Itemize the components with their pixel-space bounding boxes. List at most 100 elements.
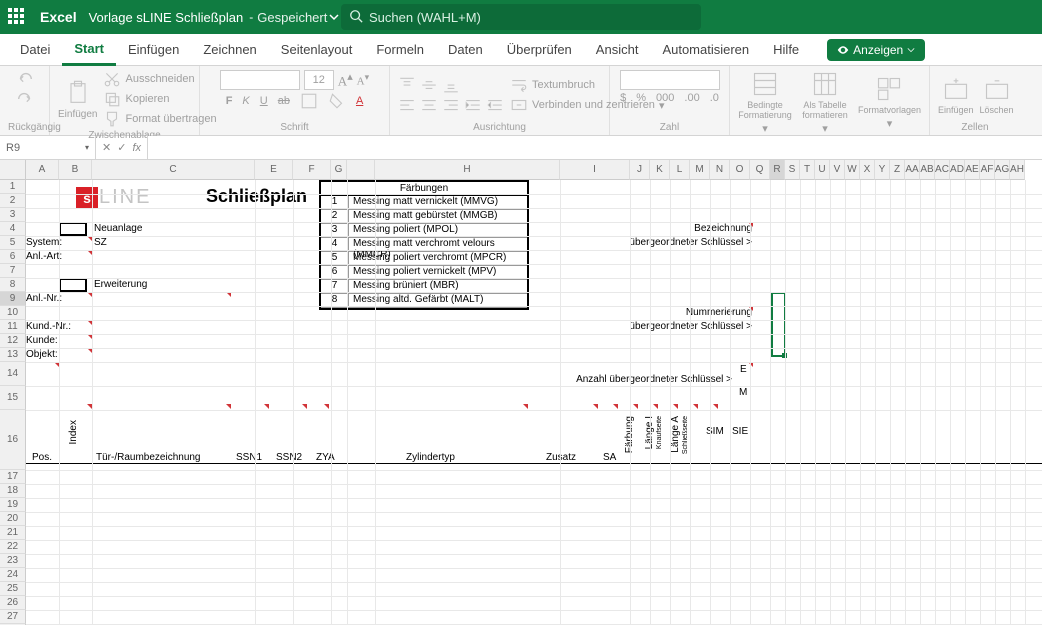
- column-header-AE[interactable]: AE: [965, 160, 980, 180]
- align-right-icon[interactable]: [442, 96, 460, 114]
- column-header-C[interactable]: C: [92, 160, 255, 180]
- percent-button[interactable]: %: [636, 92, 646, 104]
- tab-ansicht[interactable]: Ansicht: [584, 34, 651, 66]
- fill-color-icon[interactable]: [328, 92, 346, 110]
- row-header-17[interactable]: 17: [0, 470, 26, 484]
- column-header-E[interactable]: E: [255, 160, 293, 180]
- tab-datei[interactable]: Datei: [8, 34, 62, 66]
- column-header-I[interactable]: I: [560, 160, 630, 180]
- column-header-V[interactable]: V: [830, 160, 845, 180]
- tab-seitenlayout[interactable]: Seitenlayout: [269, 34, 365, 66]
- column-header-AA[interactable]: AA: [905, 160, 920, 180]
- save-state[interactable]: Gespeichert: [257, 10, 327, 25]
- column-header-AB[interactable]: AB: [920, 160, 935, 180]
- font-size-select[interactable]: 12: [304, 70, 334, 90]
- row-header-1[interactable]: 1: [0, 180, 26, 194]
- row-header-18[interactable]: 18: [0, 484, 26, 498]
- row-header-13[interactable]: 13: [0, 348, 26, 362]
- grow-font-icon[interactable]: A▴: [338, 70, 353, 89]
- column-header-L[interactable]: L: [670, 160, 690, 180]
- column-header-N[interactable]: N: [710, 160, 730, 180]
- row-header-7[interactable]: 7: [0, 264, 26, 278]
- tab-hilfe[interactable]: Hilfe: [761, 34, 811, 66]
- shrink-font-icon[interactable]: A▾: [357, 72, 370, 88]
- row-header-12[interactable]: 12: [0, 334, 26, 348]
- align-middle-icon[interactable]: [420, 76, 438, 94]
- bold-button[interactable]: F: [226, 95, 233, 107]
- tab-zeichnen[interactable]: Zeichnen: [191, 34, 268, 66]
- row-header-16[interactable]: 16: [0, 410, 26, 470]
- column-header-O[interactable]: O: [730, 160, 750, 180]
- row-header-14[interactable]: 14: [0, 362, 26, 386]
- column-header-[interactable]: [347, 160, 375, 180]
- cell-styles-button[interactable]: Formatvorlagen ▾: [858, 75, 921, 130]
- row-header-2[interactable]: 2: [0, 194, 26, 208]
- row-header-24[interactable]: 24: [0, 568, 26, 582]
- increase-decimal-button[interactable]: .00: [684, 92, 699, 104]
- column-header-U[interactable]: U: [815, 160, 830, 180]
- strike-button[interactable]: ab: [278, 95, 290, 107]
- search-input[interactable]: [341, 4, 701, 30]
- row-header-23[interactable]: 23: [0, 554, 26, 568]
- row-header-8[interactable]: 8: [0, 278, 26, 292]
- format-as-table-button[interactable]: Als Tabelle formatieren ▾: [798, 70, 852, 135]
- column-header-Y[interactable]: Y: [875, 160, 890, 180]
- column-header-M[interactable]: M: [690, 160, 710, 180]
- undo-icon[interactable]: [16, 70, 34, 88]
- column-header-X[interactable]: X: [860, 160, 875, 180]
- formula-input[interactable]: [148, 136, 1042, 159]
- number-format-select[interactable]: [620, 70, 720, 90]
- tab-einfuegen[interactable]: Einfügen: [116, 34, 191, 66]
- erweiterung-checkbox[interactable]: [59, 278, 87, 292]
- row-header-20[interactable]: 20: [0, 512, 26, 526]
- column-header-A[interactable]: A: [26, 160, 59, 180]
- redo-icon[interactable]: [16, 90, 34, 108]
- sheet-area[interactable]: s LINE Schließplan Neuanlage System: SZ …: [26, 180, 1042, 625]
- row-header-27[interactable]: 27: [0, 610, 26, 624]
- row-header-6[interactable]: 6: [0, 250, 26, 264]
- name-box[interactable]: R9▾: [0, 136, 96, 159]
- tab-formeln[interactable]: Formeln: [364, 34, 436, 66]
- cancel-formula-icon[interactable]: ✕: [102, 141, 111, 154]
- align-center-icon[interactable]: [420, 96, 438, 114]
- font-family-select[interactable]: [220, 70, 300, 90]
- column-header-AD[interactable]: AD: [950, 160, 965, 180]
- tab-daten[interactable]: Daten: [436, 34, 495, 66]
- anzeigen-button[interactable]: Anzeigen: [827, 39, 925, 61]
- currency-button[interactable]: $: [620, 92, 626, 104]
- row-header-11[interactable]: 11: [0, 320, 26, 334]
- conditional-formatting-button[interactable]: Bedingte Formatierung ▾: [738, 70, 792, 135]
- row-header-15[interactable]: 15: [0, 386, 26, 410]
- column-header-AG[interactable]: AG: [995, 160, 1010, 180]
- row-header-10[interactable]: 10: [0, 306, 26, 320]
- align-bottom-icon[interactable]: [442, 76, 460, 94]
- delete-cells-button[interactable]: Löschen: [980, 75, 1014, 115]
- column-header-H[interactable]: H: [375, 160, 560, 180]
- decrease-decimal-button[interactable]: .0: [710, 92, 719, 104]
- comma-button[interactable]: 000: [656, 92, 674, 104]
- app-launcher-icon[interactable]: [8, 8, 26, 26]
- column-header-Z[interactable]: Z: [890, 160, 905, 180]
- neuanlage-checkbox[interactable]: [59, 222, 87, 236]
- column-header-K[interactable]: K: [650, 160, 670, 180]
- column-header-Q[interactable]: Q: [750, 160, 770, 180]
- row-header-22[interactable]: 22: [0, 540, 26, 554]
- indent-out-icon[interactable]: [464, 96, 482, 114]
- tab-automatisieren[interactable]: Automatisieren: [650, 34, 761, 66]
- column-header-AC[interactable]: AC: [935, 160, 950, 180]
- row-header-26[interactable]: 26: [0, 596, 26, 610]
- column-header-W[interactable]: W: [845, 160, 860, 180]
- row-header-21[interactable]: 21: [0, 526, 26, 540]
- column-header-G[interactable]: G: [331, 160, 347, 180]
- column-header-B[interactable]: B: [59, 160, 92, 180]
- font-color-button[interactable]: A: [356, 95, 363, 107]
- column-header-F[interactable]: F: [293, 160, 331, 180]
- select-all-corner[interactable]: [0, 160, 26, 180]
- column-header-T[interactable]: T: [800, 160, 815, 180]
- column-header-AH[interactable]: AH: [1010, 160, 1025, 180]
- row-header-5[interactable]: 5: [0, 236, 26, 250]
- border-icon[interactable]: [300, 92, 318, 110]
- row-header-19[interactable]: 19: [0, 498, 26, 512]
- tab-ueberpruefen[interactable]: Überprüfen: [495, 34, 584, 66]
- row-header-3[interactable]: 3: [0, 208, 26, 222]
